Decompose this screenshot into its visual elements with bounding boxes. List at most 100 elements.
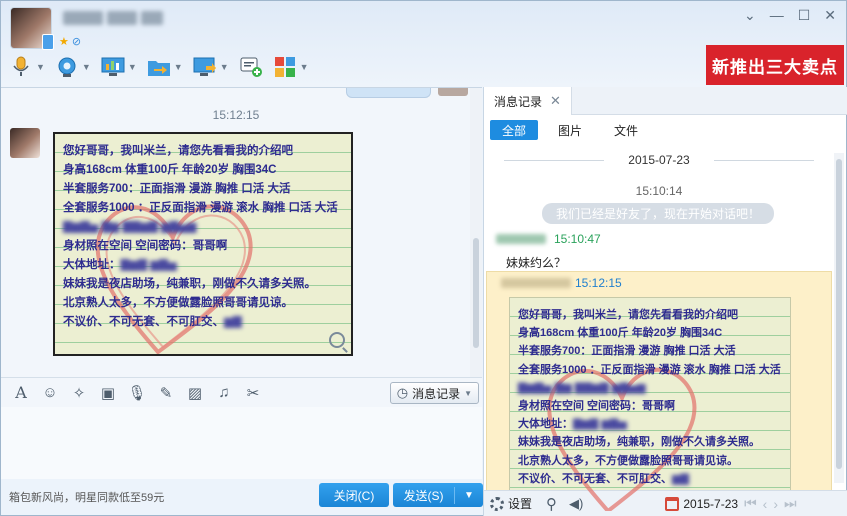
add-discussion-button[interactable] [239, 55, 263, 79]
voice-message-icon[interactable]: 🎙︎ [127, 383, 147, 403]
filter-images[interactable]: 图片 [546, 120, 594, 140]
filter-all[interactable]: 全部 [490, 120, 539, 140]
note-line: 不议价、不可无套、不可肛交、▆▇ [518, 470, 782, 488]
input-toolbar: A ☺ ✧ ▣ 🎙︎ ✎ ▨ ♫ ✂ ◷ 消息记录 ▼ [1, 377, 482, 407]
note-line: 半套服务700：正面指滑 漫游 胸推 口活 大活 [63, 183, 291, 195]
tab-message-history[interactable]: 消息记录 ✕ [484, 87, 572, 115]
note-line: 妹妹我是夜店助场，纯兼职，刚做不久请多关照。 [518, 436, 760, 449]
history-time: 15:10:14 [635, 184, 683, 198]
note-line: 身材照在空间 空间密码：哥哥啊 [63, 240, 228, 252]
note-line: 不议价、不可无套、不可肛交、▆▇ [63, 313, 343, 332]
screen-share-button[interactable]: ▼ [101, 55, 137, 79]
note-line-blurred: ▇▆▇▅ ▇▆ ▇▇▆▇ ▆▇▅▆ [63, 221, 197, 233]
clock-icon: ◷ [396, 385, 409, 400]
ad-text[interactable]: 箱包新风尚，明星同款低至59元 [9, 489, 164, 505]
chevron-down-icon[interactable]: ▼ [36, 62, 45, 72]
collapse-icon[interactable]: ⌄ [744, 7, 756, 24]
remote-desktop-button[interactable]: ▼ [193, 55, 229, 79]
chat-toolbar: ▼ ▼ ▼ ▼ ▼ ▼ [9, 55, 309, 79]
history-tabbar: 消息记录 ✕ [484, 87, 847, 115]
chat-pane: 15:12:15 您好哥哥，我叫米兰，请您先看看我的介绍吧 身高168cm 体重… [1, 87, 482, 378]
note-line-text: 大体地址： [63, 259, 121, 271]
image-message[interactable]: 您好哥哥，我叫米兰，请您先看看我的介绍吧 身高168cm 体重100斤 年龄20… [509, 297, 791, 512]
file-transfer-button[interactable]: ▼ [147, 55, 183, 79]
chevron-down-icon[interactable]: ▼ [128, 62, 137, 72]
screenshot-scissors-icon[interactable]: ✂ [243, 383, 263, 403]
music-icon[interactable]: ♫ [214, 383, 234, 403]
chevron-down-icon[interactable]: ▼ [174, 62, 183, 72]
chat-scrollbar[interactable] [470, 88, 482, 378]
doodle-icon[interactable]: ✎ [156, 383, 176, 403]
video-call-button[interactable]: ▼ [55, 55, 91, 79]
send-button[interactable]: 发送(S) ▼ [393, 483, 483, 507]
message-input[interactable] [1, 407, 482, 479]
link-icon: ⊘ [71, 36, 82, 48]
maximize-icon[interactable]: ☐ [798, 7, 811, 24]
address-blurred: ▇▆▇ ▆▇▅ [573, 418, 627, 431]
message-time: 15:10:47 [554, 232, 601, 246]
chevron-down-icon[interactable]: ▼ [300, 62, 309, 72]
close-tab-icon[interactable]: ✕ [550, 93, 561, 109]
note-line: 您好哥哥，我叫米兰，请您先看看我的介绍吧 [518, 309, 738, 321]
contact-avatar[interactable] [10, 7, 54, 50]
magic-wand-icon[interactable]: ✧ [69, 383, 89, 403]
note-tail-blurred: ▆▇ [224, 316, 242, 328]
message-header: 15:12:15 [501, 276, 622, 290]
apps-button[interactable]: ▼ [273, 55, 309, 79]
note-line-text: 不议价、不可无套、不可肛交、 [518, 472, 672, 485]
message-history-label: 消息记录 [412, 386, 461, 401]
scrollbar-thumb[interactable] [836, 159, 842, 469]
note-tail-blurred: ▆▇ [672, 472, 689, 485]
contact-name-blurred[interactable] [63, 11, 183, 27]
sender-avatar[interactable] [10, 128, 40, 158]
history-scrollbar[interactable] [834, 153, 844, 483]
previous-message-bubble [346, 88, 431, 98]
history-pane: 消息记录 ✕ 全部 图片 文件 2015-07-23 15:10:14 我们已经… [483, 87, 847, 516]
header: ★ ⊘ ⌄ — ☐ ✕ ▼ ▼ ▼ ▼ ▼ ▼ 新推出三大卖点 [1, 1, 846, 87]
image-message[interactable]: 您好哥哥，我叫米兰，请您先看看我的介绍吧 身高168cm 体重100斤 年龄20… [53, 132, 353, 356]
voice-call-button[interactable]: ▼ [9, 55, 45, 79]
video-icon [55, 55, 79, 79]
zoom-in-icon[interactable] [329, 332, 345, 348]
note-line: 全套服务1000 ：正反面指滑 漫游 滚水 胸推 口活 大活 [518, 363, 781, 376]
microphone-icon [9, 55, 33, 79]
scrollbar-thumb[interactable] [473, 238, 479, 348]
image-icon[interactable]: ▨ [185, 383, 205, 403]
folder-transfer-icon [147, 55, 171, 79]
chevron-down-icon: ▼ [464, 388, 472, 398]
emoji-icon[interactable]: ☺ [40, 383, 60, 403]
filter-files[interactable]: 文件 [602, 120, 650, 140]
add-chat-icon [239, 55, 263, 79]
note-line: 全套服务1000 ：正反面指滑 漫游 滚水 胸推 口活 大活 [63, 202, 338, 214]
note-line: 身高168cm 体重100斤 年龄20岁 胸围34C [518, 327, 723, 340]
history-date: 2015-07-23 [484, 153, 834, 167]
note-line: 妹妹我是夜店助场，纯兼职，刚做不久请多关照。 [63, 278, 316, 290]
own-avatar [438, 88, 468, 96]
note-line: 北京熟人太多，不方便做露脸照哥哥请见谅。 [63, 297, 293, 309]
note-line: 大体地址：▇▆▇ ▆▇▅ [63, 256, 343, 275]
promo-banner[interactable]: 新推出三大卖点 [706, 45, 844, 85]
font-icon[interactable]: A [11, 383, 31, 403]
chat-timestamp: 15:12:15 [212, 108, 260, 122]
close-icon[interactable]: ✕ [824, 7, 836, 24]
history-filters: 全部 图片 文件 [490, 120, 650, 140]
window-controls: ⌄ — ☐ ✕ [744, 7, 836, 24]
note-line-text: 不议价、不可无套、不可肛交、 [63, 316, 224, 328]
apps-icon [273, 55, 297, 79]
status-icons: ★ ⊘ [59, 35, 81, 48]
note-line: 您好哥哥，我叫米兰，请您先看看我的介绍吧 [63, 145, 293, 157]
message-history-button[interactable]: ◷ 消息记录 ▼ [389, 382, 479, 404]
close-button[interactable]: 关闭(C) [319, 483, 389, 507]
tab-label: 消息记录 [494, 94, 543, 109]
address-blurred: ▇▆▇ ▆▇▅ [120, 259, 177, 271]
shake-window-icon[interactable]: ▣ [98, 383, 118, 403]
send-options-chevron-icon[interactable]: ▼ [455, 490, 483, 501]
remote-desktop-icon [193, 55, 217, 79]
minimize-icon[interactable]: — [770, 7, 784, 24]
chevron-down-icon[interactable]: ▼ [220, 62, 229, 72]
chevron-down-icon[interactable]: ▼ [82, 62, 91, 72]
message-text: 妹妹约么？ [506, 256, 567, 270]
note-line: 半套服务700：正面指滑 漫游 胸推 口活 大活 [518, 345, 736, 358]
message-time: 15:12:15 [575, 276, 622, 290]
note-line-blurred: ▇▆▇▅ ▇▆ ▇▇▆▇ ▆▇▅▆ [518, 381, 646, 394]
